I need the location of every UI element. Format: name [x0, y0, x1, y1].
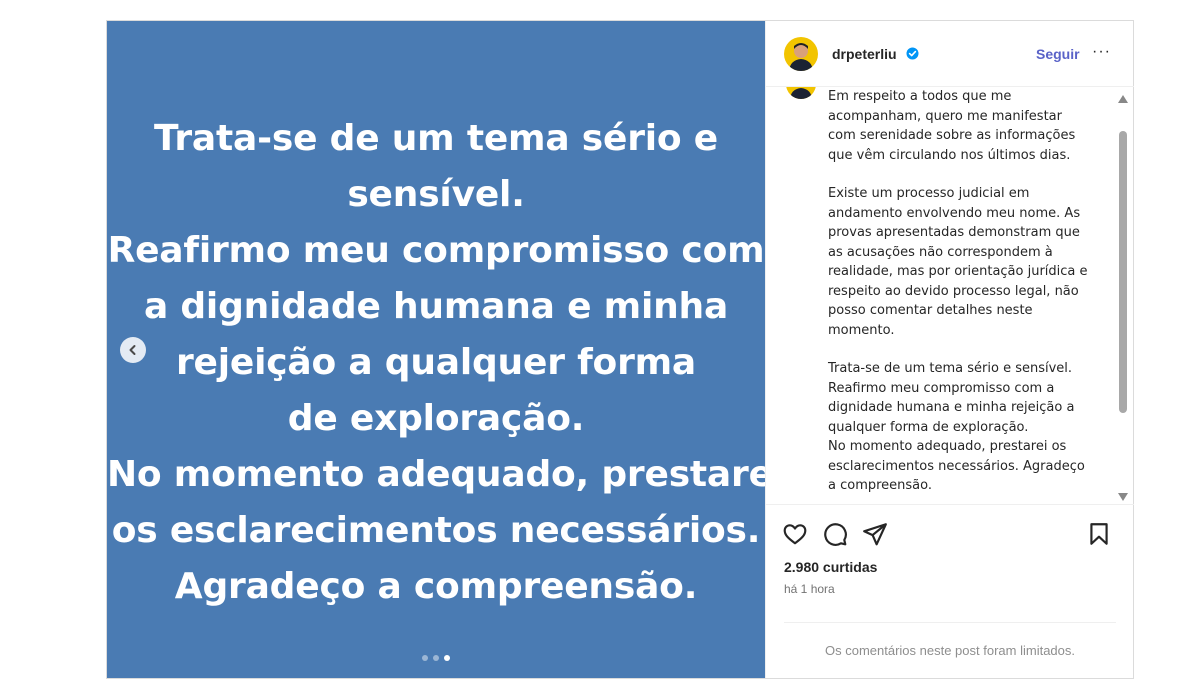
more-options-icon[interactable]: ···	[1092, 43, 1111, 61]
caption-scrollbar[interactable]	[1116, 91, 1130, 503]
verified-badge-icon	[906, 47, 919, 65]
follow-button[interactable]: Seguir	[1036, 46, 1080, 62]
slide-text-line: Reafirmo meu compromisso com	[107, 230, 765, 271]
previous-slide-button[interactable]	[120, 337, 146, 363]
slide-text-line: a dignidade humana e minha	[143, 286, 729, 327]
carousel-dot[interactable]	[422, 655, 428, 661]
caption-paragraph: Em respeito a todos que me acompanham, qu…	[828, 87, 1108, 165]
caption-line: respeito ao devido processo legal, não	[828, 283, 1079, 299]
caption-line: que vêm circulando nos últimos dias.	[828, 147, 1071, 163]
carousel-dot[interactable]	[444, 655, 450, 661]
scrollbar-thumb[interactable]	[1119, 131, 1127, 413]
slide-text-line: rejeição a qualquer forma	[175, 342, 697, 383]
caption-line: qualquer forma de exploração.	[828, 419, 1029, 435]
carousel-dot[interactable]	[433, 655, 439, 661]
chevron-left-icon	[129, 345, 136, 355]
caption-area[interactable]: Em respeito a todos que me acompanham, qu…	[766, 87, 1134, 505]
caption-line: com serenidade sobre as informações	[828, 128, 1076, 143]
post-sidebar: drpeterliu Seguir ··· Em respeito a todo…	[765, 21, 1134, 678]
caption-line: dignidade humana e minha rejeição a	[828, 400, 1075, 415]
caption-line: a compreensão.	[828, 478, 933, 493]
caption-line: esclarecimentos necessários. Agradeço	[828, 458, 1085, 474]
username[interactable]: drpeterliu	[832, 46, 897, 62]
post-actions	[766, 521, 1134, 553]
caption-paragraph: Existe um processo judicial em andamento …	[828, 184, 1108, 340]
caption-line: Reafirmo meu compromisso com a	[828, 380, 1055, 396]
likes-count[interactable]: 2.980 curtidas	[784, 559, 877, 575]
post-header: drpeterliu Seguir ···	[766, 21, 1134, 87]
caption-line: acompanham, quero me manifestar	[828, 108, 1062, 124]
share-icon[interactable]	[862, 521, 888, 552]
slide-text-line: No momento adequado, prestarei	[107, 454, 785, 495]
scroll-up-icon[interactable]	[1118, 95, 1128, 103]
caption-line: provas apresentadas demonstram que	[828, 225, 1080, 240]
post-media[interactable]: Trata-se de um tema sério e sensível. Reaf…	[107, 21, 785, 678]
slide-text: Trata-se de um tema sério e sensível. Reaf…	[107, 111, 785, 615]
caption-line: momento.	[828, 322, 895, 338]
caption-line: Em respeito a todos que me	[828, 89, 1012, 104]
caption-line: Trata-se de um tema sério e sensível.	[828, 361, 1073, 376]
carousel-dots	[422, 655, 450, 661]
slide-text-line: de exploração.	[287, 398, 585, 439]
slide-text-line: sensível.	[347, 174, 525, 215]
caption-line: No momento adequado, prestarei os	[828, 439, 1067, 454]
slide-text-line: Trata-se de um tema sério e	[153, 118, 719, 159]
caption-text: Em respeito a todos que me acompanham, qu…	[828, 87, 1108, 504]
instagram-post: Trata-se de um tema sério e sensível. Reaf…	[106, 20, 1134, 679]
caption-line: realidade, mas por orientação jurídica e	[828, 264, 1088, 279]
avatar[interactable]	[784, 37, 818, 71]
comment-icon[interactable]	[822, 521, 848, 552]
post-time[interactable]: há 1 hora	[784, 582, 835, 596]
caption-paragraph: Trata-se de um tema sério e sensível. Rea…	[828, 359, 1108, 496]
heart-icon[interactable]	[782, 521, 808, 552]
slide-text-line: Agradeço a compreensão.	[174, 566, 698, 607]
slide-text-line: os esclarecimentos necessários.	[111, 510, 761, 551]
comments-limited-notice: Os comentários neste post foram limitado…	[784, 622, 1116, 678]
caption-line: as acusações não correspondem à	[828, 244, 1053, 260]
caption-line: andamento envolvendo meu nome. As	[828, 205, 1081, 221]
bookmark-icon[interactable]	[1086, 521, 1112, 552]
caption-line: Existe um processo judicial em	[828, 186, 1030, 201]
caption-avatar[interactable]	[786, 87, 816, 99]
caption-line: posso comentar detalhes neste	[828, 303, 1033, 318]
scroll-down-icon[interactable]	[1118, 493, 1128, 501]
